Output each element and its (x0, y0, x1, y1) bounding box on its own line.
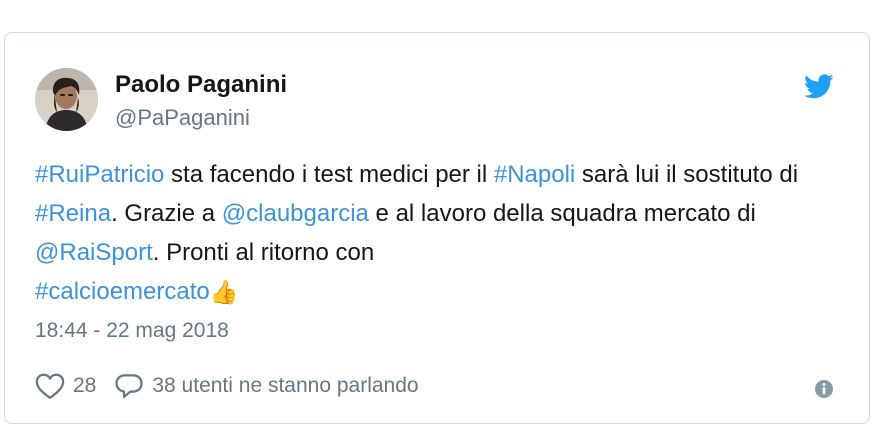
tweet-text-segment: sta facendo i test medici per il (164, 161, 494, 188)
tweet-text-segment: sarà lui il sostituto di (575, 161, 799, 188)
speech-bubble-icon[interactable] (114, 372, 144, 400)
like-count[interactable]: 28 (73, 374, 96, 398)
tweet-text-segment: . Pronti al ritorno con (152, 239, 375, 266)
avatar[interactable] (35, 68, 98, 131)
tweet-text-segment: e al lavoro della squadra mercato di (368, 200, 756, 227)
author-handle[interactable]: @PaPaganini (115, 105, 250, 131)
hashtag-napoli-link[interactable]: #Napoli (494, 161, 575, 188)
tweet-text: #RuiPatricio sta facendo i test medici p… (35, 155, 825, 311)
tweet-text-segment: . Grazie a (111, 200, 222, 227)
thumbs-up-emoji-icon: 👍 (209, 279, 239, 305)
embedded-tweet-card: Paolo Paganini @PaPaganini #RuiPatricio … (4, 32, 870, 424)
mention-raisport-link[interactable]: @RaiSport (35, 239, 153, 266)
mention-claubgarcia-link[interactable]: @claubgarcia (222, 200, 369, 227)
twitter-bird-icon[interactable] (802, 71, 836, 101)
heart-icon[interactable] (35, 372, 65, 400)
hashtag-reina-link[interactable]: #Reina (35, 200, 111, 227)
hashtag-calcioemercato-link[interactable]: #calcioemercato (35, 278, 210, 305)
hashtag-ruipatricio-link[interactable]: #RuiPatricio (35, 161, 164, 188)
info-icon[interactable] (813, 378, 835, 400)
avatar-photo (35, 68, 98, 131)
conversation-count-link[interactable]: 38 utenti ne stanno parlando (152, 374, 418, 398)
author-name[interactable]: Paolo Paganini (115, 71, 287, 99)
tweet-timestamp[interactable]: 18:44 - 22 mag 2018 (35, 319, 229, 343)
tweet-actions: 28 38 utenti ne stanno parlando (35, 372, 419, 400)
